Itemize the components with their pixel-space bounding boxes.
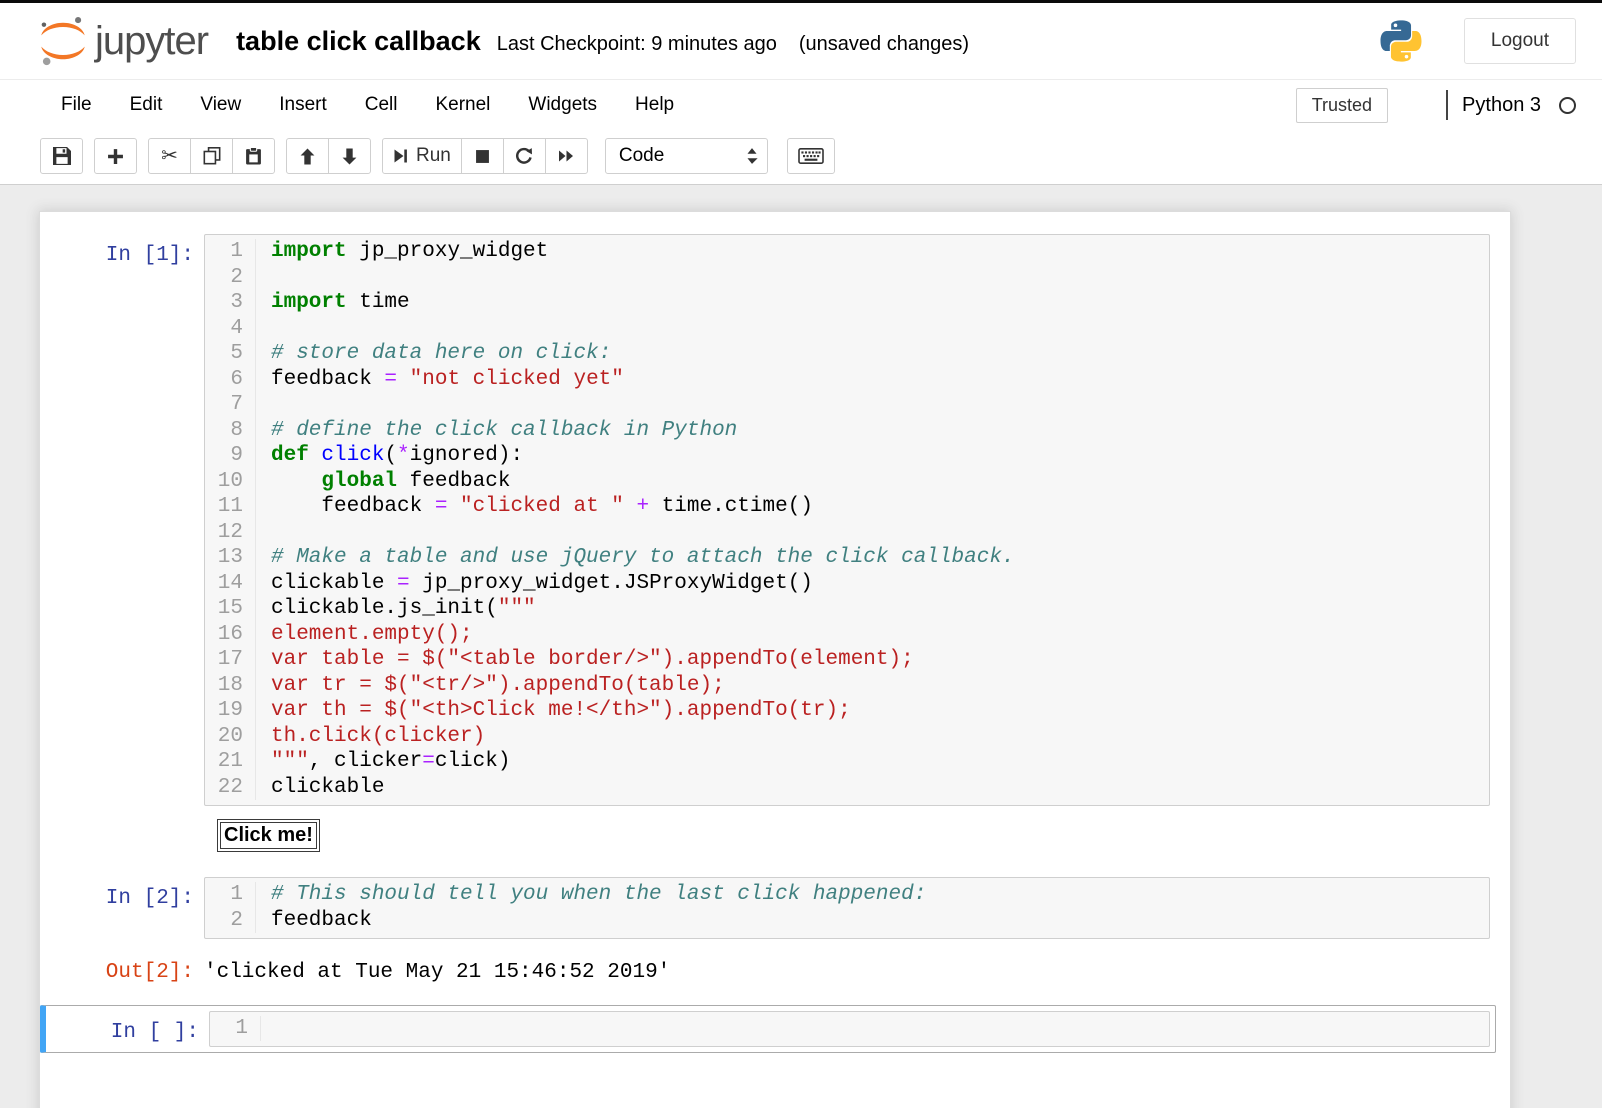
copy-icon [203, 147, 221, 165]
input-prompt-2: In [2]: [105, 887, 194, 910]
paste-icon [245, 147, 262, 165]
restart-icon [515, 147, 533, 165]
notebook-title[interactable]: table click callback [236, 26, 481, 57]
move-cell-up-button[interactable] [286, 138, 329, 174]
fast-forward-icon [557, 148, 575, 164]
menu-edit[interactable]: Edit [111, 83, 182, 127]
jupyter-logo-icon [40, 15, 86, 67]
restart-run-all-button[interactable] [544, 138, 588, 174]
restart-kernel-button[interactable] [502, 138, 546, 174]
code-cell-3-selected[interactable]: In [ ]: 1 [40, 1004, 1496, 1053]
widget-output-area: Click me! [204, 819, 320, 852]
python-logo-icon [1378, 18, 1424, 64]
kernel-name: Python 3 [1462, 93, 1541, 116]
code-cell-1[interactable]: In [1]: 1 2 3 4 5 6 7 8 9 10 11 12 13 14 15 16 17 18 19 20 2… [40, 228, 1496, 858]
chevron-updown-icon [746, 147, 758, 165]
menu-widgets[interactable]: Widgets [509, 83, 616, 127]
move-cell-down-button[interactable] [328, 138, 371, 174]
line-numbers-1: 1 2 3 4 5 6 7 8 9 10 11 12 13 14 15 16 17 18 19 20 21 22 [205, 239, 256, 800]
line-numbers-2: 12 [205, 882, 256, 933]
menu-view[interactable]: View [181, 83, 260, 127]
code-editor-2[interactable]: 12 # This should tell you when the last … [204, 877, 1490, 939]
logout-button[interactable]: Logout [1463, 18, 1576, 64]
jupyter-logo-text: jupyter [95, 18, 209, 63]
title-area: table click callback Last Checkpoint: 9 … [236, 26, 969, 57]
menu-cell[interactable]: Cell [346, 83, 417, 127]
click-me-header-cell[interactable]: Click me! [220, 822, 317, 849]
menu-file[interactable]: File [42, 83, 111, 127]
arrow-down-icon [341, 148, 358, 165]
output-value-2: 'clicked at Tue May 21 15:46:52 2019' [204, 961, 671, 984]
input-prompt-3: In [ ]: [110, 1020, 199, 1044]
cell-type-value: Code [618, 145, 665, 166]
run-cell-button[interactable]: Run [382, 138, 462, 174]
menu-help[interactable]: Help [616, 83, 693, 127]
code-editor-1[interactable]: 1 2 3 4 5 6 7 8 9 10 11 12 13 14 15 16 17 18 19 20 21 22 impo… [204, 234, 1490, 806]
run-button-label: Run [416, 145, 451, 166]
notebook-page: In [1]: 1 2 3 4 5 6 7 8 9 10 11 12 13 14 15 16 17 18 19 20 2… [0, 185, 1602, 1108]
trusted-button[interactable]: Trusted [1295, 87, 1389, 123]
interrupt-kernel-button[interactable] [460, 138, 504, 174]
code-cell-2[interactable]: In [2]: 12 # This should tell you when t… [40, 871, 1496, 992]
command-palette-button[interactable] [786, 138, 835, 174]
line-numbers-3: 1 [210, 1015, 261, 1041]
cell-type-select[interactable]: Code [604, 138, 768, 174]
kernel-separator [1446, 90, 1449, 120]
arrow-up-icon [299, 148, 316, 165]
menubar-right: Trusted Python 3 [1295, 87, 1576, 123]
cut-cell-button[interactable]: ✂ [148, 138, 191, 174]
input-prompt-1: In [1]: [105, 244, 194, 267]
keyboard-icon [798, 148, 824, 164]
notebook-container: In [1]: 1 2 3 4 5 6 7 8 9 10 11 12 13 14 15 16 17 18 19 20 2… [39, 211, 1511, 1108]
paste-cell-button[interactable] [232, 138, 275, 174]
run-icon [393, 148, 408, 164]
save-icon [52, 147, 71, 165]
cut-icon: ✂ [161, 145, 178, 167]
code-editor-3[interactable]: 1 [209, 1010, 1490, 1047]
menu-items: File Edit View Insert Cell Kernel Widget… [42, 83, 693, 127]
save-button[interactable] [40, 138, 83, 174]
menu-insert[interactable]: Insert [260, 83, 346, 127]
add-cell-icon [107, 148, 124, 165]
menu-kernel[interactable]: Kernel [416, 83, 509, 127]
jupyter-logo[interactable]: jupyter [40, 15, 209, 67]
toolbar: ✂ Run Code [0, 130, 1602, 184]
kernel-idle-icon [1559, 96, 1576, 114]
code-content-1: import jp_proxy_widget import time # sto… [271, 240, 1015, 799]
code-content-3 [261, 1016, 1489, 1042]
autosave-status: (unsaved changes) [798, 32, 969, 55]
stop-icon [475, 149, 490, 164]
header-right: Logout [1378, 18, 1576, 64]
output-prompt-2: Out[2]: [105, 961, 194, 984]
header: jupyter table click callback Last Checkp… [0, 3, 1602, 79]
widget-output-prompt [46, 819, 204, 852]
app-chrome: jupyter table click callback Last Checkp… [0, 3, 1602, 185]
click-me-table[interactable]: Click me! [217, 819, 320, 852]
menubar: File Edit View Insert Cell Kernel Widget… [0, 79, 1602, 130]
checkpoint-status: Last Checkpoint: 9 minutes ago [496, 32, 777, 55]
code-content-2: # This should tell you when the last cli… [271, 883, 927, 932]
copy-cell-button[interactable] [190, 138, 233, 174]
add-cell-button[interactable] [94, 138, 137, 174]
